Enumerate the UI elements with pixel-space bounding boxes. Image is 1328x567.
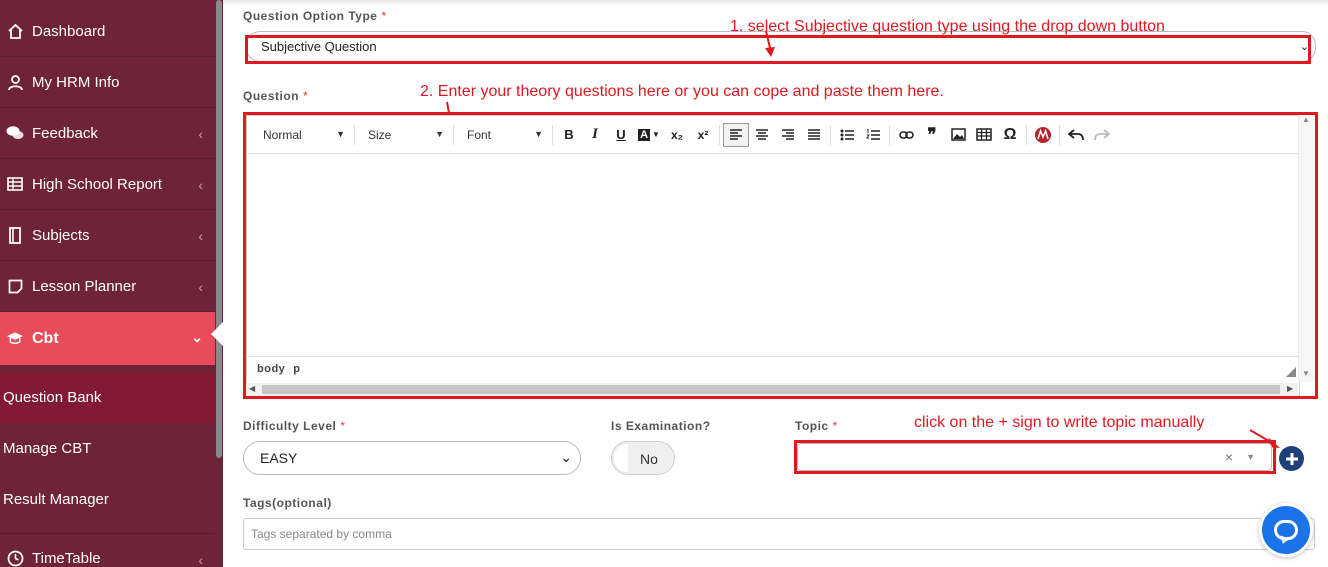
- sidebar-subitem-question-bank[interactable]: Question Bank: [0, 372, 215, 423]
- required-mark: *: [340, 419, 346, 433]
- is-examination-toggle[interactable]: No: [611, 441, 675, 475]
- graduation-cap-icon: [6, 330, 24, 348]
- sidebar-scrollbar-thumb[interactable]: [216, 0, 222, 458]
- active-item-indicator: [211, 322, 223, 346]
- is-examination-label: Is Examination?: [611, 419, 711, 433]
- plus-icon: [1285, 452, 1298, 465]
- sidebar-item-timetable[interactable]: TimeTable ‹: [0, 533, 215, 567]
- user-icon: [6, 73, 24, 91]
- sidebar-item-label: Dashboard: [32, 22, 106, 40]
- sidebar-item-label: Feedback: [32, 124, 98, 142]
- toggle-value: No: [640, 451, 658, 467]
- chevron-left-icon: ‹: [198, 177, 203, 193]
- sidebar-item-label: Subjects: [32, 226, 90, 244]
- header-shadow: [223, 0, 1328, 6]
- toggle-knob: [614, 444, 628, 472]
- chevron-left-icon: ‹: [198, 228, 203, 244]
- annotation-step2: 2. Enter your theory questions here or y…: [420, 83, 944, 100]
- chevron-left-icon: ‹: [198, 126, 203, 142]
- chevron-down-icon: ⌄: [560, 449, 572, 465]
- sidebar-item-label: High School Report: [32, 175, 163, 193]
- sidebar-item-feedback[interactable]: Feedback ‹: [0, 108, 215, 159]
- annotation-frame-topic: [794, 440, 1276, 474]
- topic-label: Topic *: [795, 419, 838, 433]
- sidebar-subitem-label: Result Manager: [3, 491, 109, 508]
- sidebar-item-subjects[interactable]: Subjects ‹: [0, 210, 215, 261]
- select-value: EASY: [260, 450, 298, 466]
- chat-widget-button[interactable]: [1259, 503, 1313, 557]
- note-icon: [6, 277, 24, 295]
- comments-icon: [6, 124, 24, 142]
- chevron-left-icon: ‹: [198, 552, 203, 567]
- sidebar-item-label: My HRM Info: [32, 73, 120, 91]
- sidebar-subitem-result-manager[interactable]: Result Manager: [0, 474, 215, 525]
- annotation-frame-editor: [243, 112, 1318, 399]
- sidebar-item-label: Lesson Planner: [32, 277, 137, 295]
- sidebar-item-lesson-planner[interactable]: Lesson Planner ‹: [0, 261, 215, 312]
- sidebar-item-dashboard[interactable]: Dashboard: [0, 6, 215, 57]
- required-mark: *: [832, 419, 838, 433]
- annotation-topic-hint: click on the + sign to write topic manua…: [914, 414, 1205, 431]
- sidebar-subitem-label: Manage CBT: [3, 440, 92, 457]
- label-text: Difficulty Level: [243, 419, 337, 433]
- difficulty-level-label: Difficulty Level *: [243, 419, 346, 433]
- clock-icon: [6, 550, 24, 567]
- sidebar-item-label: Cbt: [32, 329, 59, 347]
- question-option-type-label: Question Option Type *: [243, 9, 387, 23]
- annotation-step1: 1. select Subjective question type using…: [730, 18, 1165, 35]
- required-mark: *: [303, 89, 309, 103]
- sidebar-subitem-manage-cbt[interactable]: Manage CBT: [0, 423, 215, 474]
- sidebar-subitem-label: Question Bank: [3, 389, 102, 406]
- sidebar-item-label: TimeTable: [32, 550, 101, 567]
- difficulty-level-select[interactable]: EASY ⌄: [243, 441, 581, 475]
- book-icon: [6, 226, 24, 244]
- label-text: Question Option Type: [243, 9, 378, 23]
- label-text: Topic: [795, 419, 829, 433]
- sidebar-item-cbt[interactable]: Cbt ⌄: [0, 312, 215, 365]
- app-root: Dashboard My HRM Info Feedback ‹ High Sc…: [0, 0, 1328, 567]
- chevron-left-icon: ‹: [198, 279, 203, 295]
- tags-label: Tags(optional): [243, 496, 332, 510]
- question-label: Question *: [243, 89, 308, 103]
- chat-bubble-icon: [1274, 520, 1298, 540]
- label-text: Question: [243, 89, 300, 103]
- table-icon: [6, 175, 24, 193]
- tags-placeholder: Tags separated by comma: [251, 527, 392, 541]
- chevron-down-icon: ⌄: [191, 329, 203, 345]
- required-mark: *: [381, 9, 387, 23]
- tags-input[interactable]: Tags separated by comma: [243, 518, 1315, 550]
- annotation-arrow-step1: [765, 30, 775, 57]
- home-icon: [6, 22, 24, 40]
- sidebar-item-high-school-report[interactable]: High School Report ‹: [0, 159, 215, 210]
- sidebar-item-my-hrm-info[interactable]: My HRM Info: [0, 57, 215, 108]
- add-topic-button[interactable]: [1279, 446, 1304, 471]
